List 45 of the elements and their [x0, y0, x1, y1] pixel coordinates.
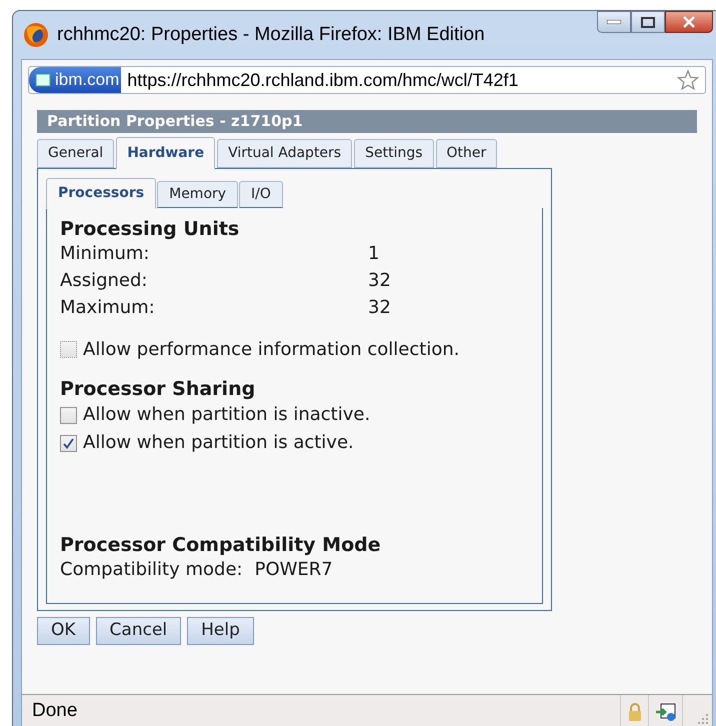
minimize-icon [607, 20, 621, 24]
dialog-button[interactable]: OK [37, 617, 90, 645]
firefox-logo-icon [23, 22, 49, 48]
section-heading: Processor Compatibility Mode [60, 533, 382, 557]
tab[interactable]: General [37, 139, 114, 168]
field-value: POWER7 [254, 558, 333, 582]
maximize-button[interactable] [631, 11, 665, 33]
minimize-button[interactable] [597, 11, 631, 33]
tab[interactable]: I/O [239, 181, 283, 208]
checkmark-icon [63, 438, 74, 448]
url-text: https://rchhmc20.rchland.ibm.com/hmc/wcl/T42f1 [127, 68, 520, 92]
tab[interactable]: Settings [354, 139, 434, 168]
tab[interactable]: Hardware [116, 137, 216, 169]
tab[interactable]: Virtual Adapters [217, 139, 352, 168]
star-icon[interactable] [677, 69, 699, 91]
field-label: Minimum: [60, 242, 150, 266]
close-button[interactable] [665, 11, 713, 33]
status-text: Done [32, 699, 78, 724]
resize-grip-icon[interactable] [697, 713, 709, 725]
field-value: 1 [368, 242, 380, 266]
checkbox-label: Allow performance information collection. [83, 338, 460, 362]
checkbox[interactable] [60, 406, 77, 424]
panel-title-bar: Partition Properties - z1710p1 [37, 110, 697, 133]
tab[interactable]: Processors [46, 178, 156, 209]
dialog-button[interactable]: Help [187, 617, 254, 645]
checkbox-label: Allow when partition is inactive. [83, 403, 370, 427]
field-label: Maximum: [60, 296, 156, 320]
section-heading: Processing Units [60, 218, 240, 240]
checkbox-label: Allow when partition is active. [83, 431, 354, 455]
address-field[interactable]: ibm.com https://rchhmc20.rchland.ibm.com/hmc/wcl/T42f1 [28, 66, 706, 94]
field-value: 32 [368, 296, 391, 320]
tab[interactable]: Memory [157, 181, 238, 208]
checkbox[interactable] [60, 434, 77, 452]
maximize-icon [641, 16, 655, 28]
close-icon [682, 16, 696, 28]
section-heading: Processor Sharing [60, 377, 256, 401]
field-value: 32 [368, 269, 391, 293]
site-identity-button[interactable]: ibm.com [29, 67, 122, 93]
window-arrow-icon[interactable] [654, 702, 676, 722]
tab[interactable]: Other [436, 139, 498, 168]
field-label: Compatibility mode: [60, 558, 243, 582]
window-title: rchhmc20: Properties - Mozilla Firefox: IBM Edition [57, 22, 485, 47]
dialog-button[interactable]: Cancel [96, 617, 182, 645]
field-label: Assigned: [60, 269, 148, 293]
site-icon [35, 72, 51, 88]
